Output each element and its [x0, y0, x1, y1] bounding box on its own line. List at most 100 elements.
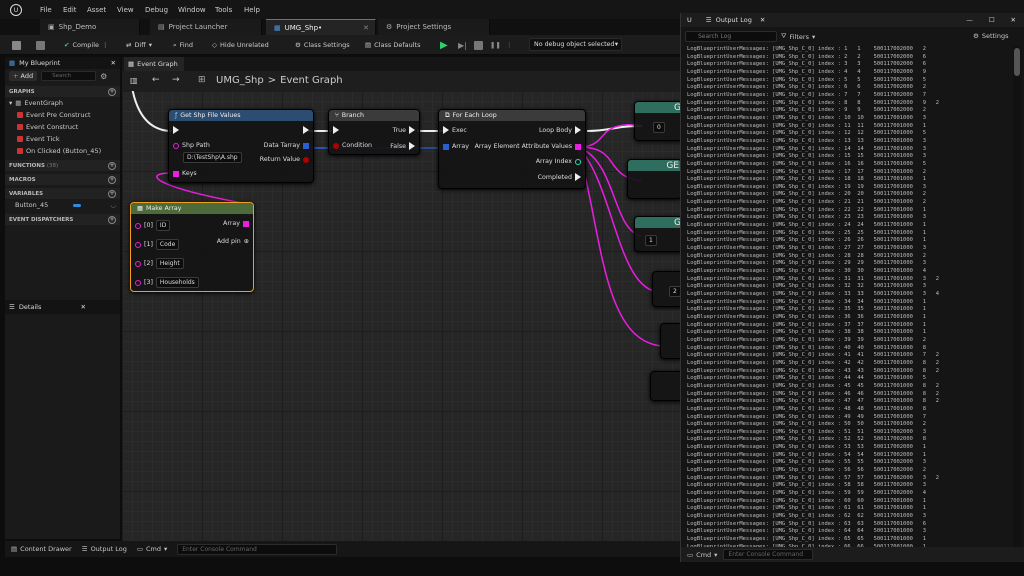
array-pin[interactable]: Array: [443, 143, 469, 150]
play-button[interactable]: ▶: [440, 39, 448, 51]
data-tarray-pin[interactable]: Data Tarray: [264, 142, 309, 149]
pin-value[interactable]: ID: [155, 220, 171, 231]
cmd-select[interactable]: ▭ Cmd ▾: [137, 545, 167, 553]
menu-file[interactable]: File: [40, 6, 52, 14]
save-button[interactable]: [12, 39, 21, 51]
true-pin[interactable]: True: [393, 126, 415, 134]
array-element-pin[interactable]: Array Element Attribute Values: [475, 143, 581, 150]
add-function-icon[interactable]: +: [108, 161, 116, 170]
maximize-icon[interactable]: ☐: [989, 16, 995, 24]
log-console-input[interactable]: Enter Console Command: [723, 549, 814, 560]
back-arrow-icon[interactable]: ←: [152, 75, 160, 85]
content-drawer-button[interactable]: ▤ Content Drawer: [11, 545, 72, 553]
pin-value[interactable]: 1: [645, 235, 657, 246]
node-get-shp-file-values[interactable]: ƒ Get Shp File Values Shp Path D:\TestShp…: [168, 109, 314, 183]
add-pin-button[interactable]: Add pin ⊕: [217, 238, 249, 245]
add-macro-icon[interactable]: +: [108, 175, 116, 184]
filters-button[interactable]: ⛛ Filters ▾: [781, 32, 815, 41]
menu-edit[interactable]: Edit: [63, 6, 77, 14]
class-settings-button[interactable]: ⚙ Class Settings: [295, 39, 350, 51]
menu-view[interactable]: View: [117, 6, 134, 14]
pin-value[interactable]: Households: [155, 277, 199, 288]
section-event-dispatchers[interactable]: EVENT DISPATCHERS +: [5, 214, 120, 225]
section-variables[interactable]: VARIABLES +: [5, 188, 120, 199]
close-icon[interactable]: ✕: [111, 59, 116, 67]
section-graphs[interactable]: GRAPHS +: [5, 86, 120, 97]
blueprint-search-input[interactable]: Search: [41, 71, 97, 81]
partial-node[interactable]: G1: [634, 216, 684, 252]
gear-icon[interactable]: ⚙: [100, 72, 107, 81]
pin-value[interactable]: Height: [155, 258, 184, 269]
event-graph-item[interactable]: ▾ ▦ EventGraph: [5, 97, 120, 109]
menu-asset[interactable]: Asset: [87, 6, 106, 14]
stop-button[interactable]: [474, 39, 483, 51]
node-for-each-loop[interactable]: ⧉ For Each Loop Exec Loop Body Array Arra…: [438, 109, 586, 189]
find-button[interactable]: ⌕ Find: [173, 39, 193, 51]
event-item-pre-construct[interactable]: Event Pre Construct: [5, 109, 120, 121]
visibility-icon[interactable]: ◡: [110, 201, 116, 209]
close-icon[interactable]: ✕: [760, 16, 765, 24]
exec-in-pin[interactable]: Exec: [443, 126, 467, 134]
make-array-item-pin[interactable]: [1] Code: [135, 239, 180, 250]
shp-path-field[interactable]: D:\TestShp\A.shp: [183, 152, 242, 163]
class-defaults-button[interactable]: ▤ Class Defaults: [365, 39, 420, 51]
tab-umg-shp[interactable]: ▦ UMG_Shp• ✕: [266, 19, 376, 35]
array-out-pin[interactable]: Array: [223, 220, 249, 227]
log-lines[interactable]: LogBlueprintUserMessages: [UMG_Shp_C_0] …: [687, 46, 1005, 556]
menu-help[interactable]: Help: [244, 6, 260, 14]
variable-item[interactable]: Button_45 ◡: [5, 199, 120, 211]
menu-window[interactable]: Window: [178, 6, 206, 14]
false-pin[interactable]: False: [390, 142, 415, 150]
window-close-icon[interactable]: ✕: [1011, 16, 1016, 24]
log-scrollbar[interactable]: [1013, 46, 1021, 556]
hide-unrelated-button[interactable]: ◇ Hide Unrelated: [212, 39, 269, 51]
event-graph-canvas[interactable]: ƒ Get Shp File Values Shp Path D:\TestShp…: [122, 91, 684, 541]
output-log-button[interactable]: ☰ Output Log: [82, 545, 127, 553]
step-button[interactable]: ▶|: [458, 39, 467, 51]
partial-node[interactable]: G0: [634, 101, 684, 141]
tab-event-graph[interactable]: ▦ Event Graph: [124, 57, 184, 71]
pin-value[interactable]: 0: [653, 122, 665, 133]
tab-project-launcher[interactable]: ▤ Project Launcher: [150, 19, 262, 35]
log-search-input[interactable]: Search Log: [685, 31, 777, 42]
return-value-pin[interactable]: Return Value: [260, 156, 309, 163]
node-make-array[interactable]: ▦ Make Array Array Add pin ⊕ [0] ID [1] Code…: [130, 202, 254, 292]
menu-debug[interactable]: Debug: [145, 6, 168, 14]
make-array-item-pin[interactable]: [2] Height: [135, 258, 184, 269]
event-item-tick[interactable]: Event Tick: [5, 133, 120, 145]
completed-pin[interactable]: Completed: [538, 173, 581, 181]
loop-body-pin[interactable]: Loop Body: [539, 126, 581, 134]
close-icon[interactable]: ✕: [81, 303, 86, 311]
compile-button[interactable]: ✔ Compile ⋮: [64, 39, 109, 51]
partial-node[interactable]: [650, 371, 684, 401]
add-variable-icon[interactable]: +: [108, 189, 116, 198]
make-array-item-pin[interactable]: [0] ID: [135, 220, 171, 231]
section-macros[interactable]: MACROS +: [5, 174, 120, 185]
event-item-construct[interactable]: Event Construct: [5, 121, 120, 133]
menu-tools[interactable]: Tools: [215, 6, 232, 14]
partial-node[interactable]: GE: [627, 159, 682, 199]
shp-path-pin[interactable]: Shp Path: [173, 142, 210, 149]
log-settings-button[interactable]: ⚙ Settings: [973, 32, 1009, 40]
exec-in-pin[interactable]: [333, 126, 339, 134]
array-index-pin[interactable]: Array Index: [536, 158, 581, 165]
pause-button[interactable]: ❚❚: [490, 39, 501, 51]
console-input[interactable]: Enter Console Command: [177, 543, 338, 555]
pin-value[interactable]: Code: [155, 239, 180, 250]
breadcrumb-root[interactable]: UMG_Shp: [216, 75, 264, 86]
condition-pin[interactable]: Condition: [333, 142, 372, 149]
diff-button[interactable]: ⇄ Diff ▾: [126, 39, 152, 51]
node-branch[interactable]: ⑂ Branch True Condition False: [328, 109, 420, 155]
graph-menu-icon[interactable]: ▥: [130, 76, 138, 85]
tab-shp-demo[interactable]: ▣ Shp_Demo: [40, 19, 140, 35]
event-item-on-clicked[interactable]: On Clicked (Button_45): [5, 145, 120, 157]
minimize-icon[interactable]: —: [966, 16, 973, 24]
close-icon[interactable]: ✕: [363, 24, 369, 32]
exec-out-pin[interactable]: [303, 126, 309, 134]
browse-button[interactable]: [36, 39, 45, 51]
forward-arrow-icon[interactable]: →: [172, 75, 180, 85]
add-dispatcher-icon[interactable]: +: [108, 215, 116, 224]
keys-pin[interactable]: Keys: [173, 170, 197, 177]
log-cmd-select[interactable]: ▭ Cmd ▾: [687, 551, 717, 559]
add-graph-icon[interactable]: +: [108, 87, 116, 96]
